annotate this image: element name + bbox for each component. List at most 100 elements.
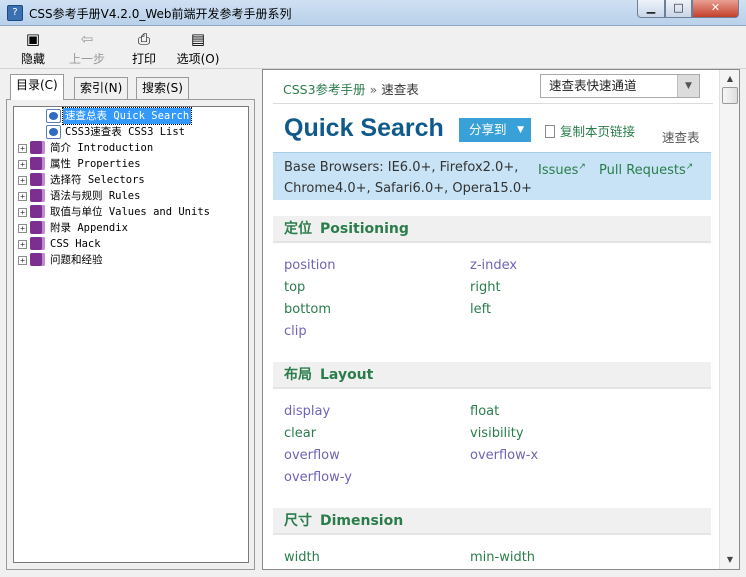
property-link[interactable]: clip (284, 324, 307, 339)
book-icon (30, 205, 45, 218)
property-link[interactable]: position (284, 258, 336, 273)
vertical-scrollbar[interactable]: ▲ ▼ (719, 70, 739, 569)
property-link[interactable]: left (470, 302, 491, 317)
section-title-cn: 尺寸 (284, 513, 312, 529)
print-button-label: 打印 (131, 52, 156, 66)
back-button[interactable]: ⇦ 上一步 (67, 30, 107, 67)
tree-item-css3-list[interactable]: CSS3速查表 CSS3 List (14, 124, 248, 140)
book-icon (30, 141, 45, 154)
section-positioning-heading: 定位 Positioning (273, 216, 711, 243)
quick-channel-value: 速查表快速通道 (549, 78, 637, 93)
expand-icon[interactable]: + (18, 192, 27, 201)
tab-search[interactable]: 搜索(S) (136, 77, 189, 99)
page-title: Quick Search (284, 114, 444, 142)
expand-icon[interactable]: + (18, 240, 27, 249)
expand-icon[interactable]: + (18, 224, 27, 233)
tree-item-quick-search[interactable]: 速查总表 Quick Search (14, 107, 248, 125)
tree-item-appendix[interactable]: + 附录 Appendix (14, 220, 248, 236)
chevron-down-icon[interactable]: ▼ (677, 75, 699, 97)
scroll-thumb[interactable] (722, 87, 738, 104)
options-button-label: 选项(O) (176, 52, 220, 66)
help-page-icon (46, 125, 61, 139)
property-link[interactable]: z-index (470, 258, 517, 273)
property-link[interactable]: top (284, 280, 305, 295)
tree-item-label: CSS Hack (50, 238, 101, 250)
hide-pane-icon: ▣ (25, 30, 41, 48)
nav-tabs: 目录(C) 索引(N) 搜索(S) (6, 73, 255, 100)
back-arrow-icon: ⇦ (80, 30, 94, 48)
hide-button[interactable]: ▣ 隐藏 (13, 30, 53, 67)
tree-item-label: CSS3速查表 CSS3 List (65, 126, 186, 138)
share-button[interactable]: 分享到 ▼ (459, 118, 531, 142)
property-link[interactable]: min-width (470, 550, 535, 565)
tree-item-css-hack[interactable]: + CSS Hack (14, 236, 248, 252)
property-link[interactable]: visibility (470, 426, 524, 441)
window-title: CSS参考手册V4.2.0_Web前端开发参考手册系列 (29, 7, 292, 21)
expand-icon[interactable]: + (18, 176, 27, 185)
pull-requests-link[interactable]: Pull Requests (599, 157, 693, 181)
title-bar: ? CSS参考手册V4.2.0_Web前端开发参考手册系列 ▁ □ ✕ (0, 0, 746, 26)
property-link[interactable]: overflow-y (284, 470, 352, 485)
book-icon (30, 221, 45, 234)
caret-down-icon: ▼ (517, 125, 524, 135)
tree-item-faq[interactable]: + 问题和经验 (14, 252, 248, 268)
section-dimension-heading: 尺寸 Dimension (273, 508, 711, 535)
property-link[interactable]: clear (284, 426, 316, 441)
property-link[interactable]: display (284, 404, 330, 419)
scroll-up-icon[interactable]: ▲ (723, 72, 737, 86)
hide-button-label: 隐藏 (20, 52, 45, 66)
expand-icon[interactable]: + (18, 256, 27, 265)
expand-icon[interactable]: + (18, 208, 27, 217)
share-button-label: 分享到 (469, 122, 507, 137)
quick-channel-select[interactable]: 速查表快速通道 ▼ (540, 74, 700, 98)
book-icon (30, 189, 45, 202)
tree-item-label: 语法与规则 Rules (50, 190, 141, 202)
browser-support-box: Base Browsers: IE6.0+, Firefox2.0+, Chro… (273, 152, 711, 200)
tree-item-label: 简介 Introduction (50, 142, 154, 154)
content-area: CSS3参考手册» 速查表 速查表快速通道 ▼ Quick Search 分享到 … (263, 70, 719, 569)
section-title-en: Layout (320, 367, 374, 383)
tree-frame: 速查总表 Quick Search CSS3速查表 CSS3 List + 简介… (6, 99, 255, 570)
options-button[interactable]: ▤ 选项(O) (175, 30, 221, 67)
breadcrumb-root-link[interactable]: CSS3参考手册 (283, 82, 366, 97)
book-icon (30, 157, 45, 170)
tab-index[interactable]: 索引(N) (74, 77, 129, 99)
breadcrumb: CSS3参考手册» 速查表 (283, 79, 419, 98)
copy-link-button[interactable]: 复制本页链接 (545, 121, 635, 140)
property-link[interactable]: width (284, 550, 320, 565)
content-frame: CSS3参考手册» 速查表 速查表快速通道 ▼ Quick Search 分享到 … (262, 69, 740, 570)
section-title-cn: 定位 (284, 221, 312, 237)
maximize-button[interactable]: □ (665, 0, 692, 18)
expand-icon[interactable]: + (18, 160, 27, 169)
app-icon: ? (7, 5, 23, 21)
browsers-line-2: Chrome4.0+, Safari6.0+, Opera15.0+ (284, 181, 533, 196)
property-link[interactable]: bottom (284, 302, 331, 317)
navigation-pane: 目录(C) 索引(N) 搜索(S) 速查总表 Quick Search CSS3… (6, 73, 255, 570)
tree-item-rules[interactable]: + 语法与规则 Rules (14, 188, 248, 204)
options-icon: ▤ (190, 30, 206, 48)
property-link[interactable]: right (470, 280, 501, 295)
tree-item-properties[interactable]: + 属性 Properties (14, 156, 248, 172)
tree-item-label: 问题和经验 (50, 254, 103, 266)
minimize-button[interactable]: ▁ (637, 0, 665, 18)
tree-item-label: 取值与单位 Values and Units (50, 206, 210, 218)
divider (273, 103, 713, 104)
tab-contents[interactable]: 目录(C) (10, 74, 64, 100)
tree-item-selectors[interactable]: + 选择符 Selectors (14, 172, 248, 188)
property-link[interactable]: overflow (284, 448, 340, 463)
tree-item-values-units[interactable]: + 取值与单位 Values and Units (14, 204, 248, 220)
scroll-down-icon[interactable]: ▼ (723, 553, 737, 567)
copy-link-label: 复制本页链接 (560, 124, 636, 139)
close-button[interactable]: ✕ (692, 0, 739, 18)
issues-link[interactable]: Issues (538, 157, 586, 181)
property-link[interactable]: overflow-x (470, 448, 538, 463)
section-title-en: Positioning (320, 221, 409, 237)
book-icon (30, 173, 45, 186)
expand-icon[interactable]: + (18, 144, 27, 153)
tree-item-label: 附录 Appendix (50, 222, 128, 234)
print-button[interactable]: ⎙ 打印 (124, 30, 164, 67)
tree-item-introduction[interactable]: + 简介 Introduction (14, 140, 248, 156)
breadcrumb-current: 速查表 (381, 82, 419, 97)
contents-tree[interactable]: 速查总表 Quick Search CSS3速查表 CSS3 List + 简介… (13, 106, 249, 563)
property-link[interactable]: float (470, 404, 499, 419)
